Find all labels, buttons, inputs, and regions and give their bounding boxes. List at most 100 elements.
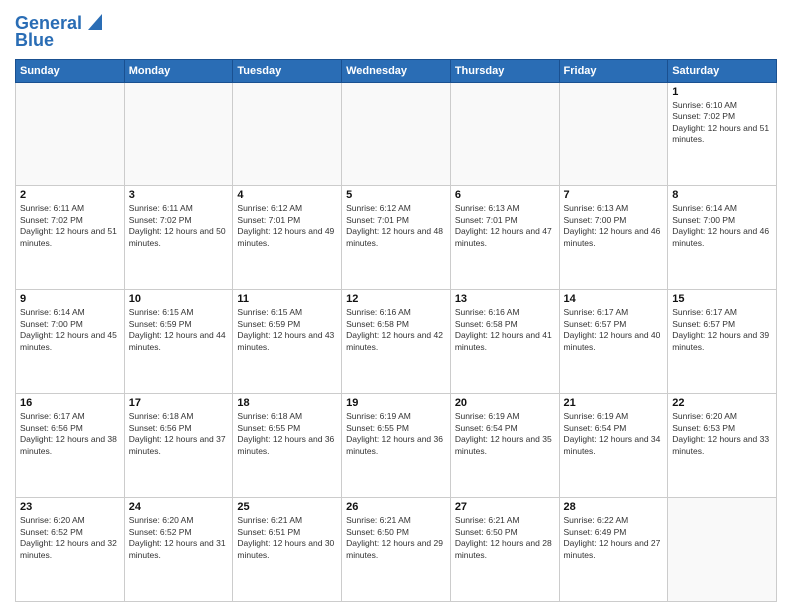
weekday-thursday: Thursday <box>450 59 559 82</box>
day-number: 18 <box>237 397 337 409</box>
day-cell: 16 Sunrise: 6:17 AM Sunset: 6:56 PM Dayli… <box>16 394 125 498</box>
day-cell <box>450 82 559 186</box>
day-cell: 20Sunrise: 6:19 AM Sunset: 6:54 PM Dayli… <box>450 394 559 498</box>
day-cell: 12 Sunrise: 6:16 AM Sunset: 6:58 PM Dayli… <box>342 290 451 394</box>
day-number: 23 <box>20 501 120 513</box>
calendar-table: SundayMondayTuesdayWednesdayThursdayFrid… <box>15 59 777 602</box>
logo: General Blue <box>15 14 102 51</box>
day-info: Sunrise: 6:16 AM Sunset: 6:58 PM Dayligh… <box>346 307 446 353</box>
day-number: 2 <box>20 189 120 201</box>
day-cell: 23 Sunrise: 6:20 AM Sunset: 6:52 PM Dayli… <box>16 498 125 602</box>
day-cell: 24Sunrise: 6:20 AM Sunset: 6:52 PM Dayli… <box>124 498 233 602</box>
weekday-header-row: SundayMondayTuesdayWednesdayThursdayFrid… <box>16 59 777 82</box>
day-cell: 2 Sunrise: 6:11 AM Sunset: 7:02 PM Daylig… <box>16 186 125 290</box>
day-number: 27 <box>455 501 555 513</box>
weekday-wednesday: Wednesday <box>342 59 451 82</box>
day-info: Sunrise: 6:22 AM Sunset: 6:49 PM Dayligh… <box>564 515 664 561</box>
day-info: Sunrise: 6:11 AM Sunset: 7:02 PM Dayligh… <box>129 203 229 249</box>
weekday-saturday: Saturday <box>668 59 777 82</box>
day-cell <box>124 82 233 186</box>
day-info: Sunrise: 6:19 AM Sunset: 6:54 PM Dayligh… <box>564 411 664 457</box>
day-number: 12 <box>346 293 446 305</box>
day-info: Sunrise: 6:14 AM Sunset: 7:00 PM Dayligh… <box>20 307 120 353</box>
day-number: 8 <box>672 189 772 201</box>
day-info: Sunrise: 6:20 AM Sunset: 6:52 PM Dayligh… <box>20 515 120 561</box>
day-info: Sunrise: 6:16 AM Sunset: 6:58 PM Dayligh… <box>455 307 555 353</box>
day-info: Sunrise: 6:21 AM Sunset: 6:51 PM Dayligh… <box>237 515 337 561</box>
day-info: Sunrise: 6:12 AM Sunset: 7:01 PM Dayligh… <box>346 203 446 249</box>
day-number: 20 <box>455 397 555 409</box>
day-number: 19 <box>346 397 446 409</box>
day-info: Sunrise: 6:13 AM Sunset: 7:00 PM Dayligh… <box>564 203 664 249</box>
day-number: 25 <box>237 501 337 513</box>
day-info: Sunrise: 6:21 AM Sunset: 6:50 PM Dayligh… <box>455 515 555 561</box>
day-cell: 28 Sunrise: 6:22 AM Sunset: 6:49 PM Dayli… <box>559 498 668 602</box>
weekday-sunday: Sunday <box>16 59 125 82</box>
day-info: Sunrise: 6:17 AM Sunset: 6:57 PM Dayligh… <box>672 307 772 353</box>
day-number: 10 <box>129 293 229 305</box>
day-info: Sunrise: 6:13 AM Sunset: 7:01 PM Dayligh… <box>455 203 555 249</box>
day-number: 6 <box>455 189 555 201</box>
day-cell: 5 Sunrise: 6:12 AM Sunset: 7:01 PM Daylig… <box>342 186 451 290</box>
day-number: 7 <box>564 189 664 201</box>
day-number: 17 <box>129 397 229 409</box>
day-cell: 14 Sunrise: 6:17 AM Sunset: 6:57 PM Dayli… <box>559 290 668 394</box>
day-cell: 26Sunrise: 6:21 AM Sunset: 6:50 PM Dayli… <box>342 498 451 602</box>
day-number: 5 <box>346 189 446 201</box>
day-cell <box>16 82 125 186</box>
weekday-monday: Monday <box>124 59 233 82</box>
day-cell: 27 Sunrise: 6:21 AM Sunset: 6:50 PM Dayli… <box>450 498 559 602</box>
day-number: 16 <box>20 397 120 409</box>
day-cell: 15 Sunrise: 6:17 AM Sunset: 6:57 PM Dayli… <box>668 290 777 394</box>
day-info: Sunrise: 6:10 AM Sunset: 7:02 PM Dayligh… <box>672 100 772 146</box>
day-number: 11 <box>237 293 337 305</box>
week-row-4: 23 Sunrise: 6:20 AM Sunset: 6:52 PM Dayli… <box>16 498 777 602</box>
day-number: 9 <box>20 293 120 305</box>
day-info: Sunrise: 6:17 AM Sunset: 6:56 PM Dayligh… <box>20 411 120 457</box>
day-number: 13 <box>455 293 555 305</box>
day-info: Sunrise: 6:19 AM Sunset: 6:55 PM Dayligh… <box>346 411 446 457</box>
weekday-tuesday: Tuesday <box>233 59 342 82</box>
day-number: 24 <box>129 501 229 513</box>
day-cell: 6 Sunrise: 6:13 AM Sunset: 7:01 PM Daylig… <box>450 186 559 290</box>
day-cell: 19 Sunrise: 6:19 AM Sunset: 6:55 PM Dayli… <box>342 394 451 498</box>
day-cell: 7 Sunrise: 6:13 AM Sunset: 7:00 PM Daylig… <box>559 186 668 290</box>
logo-triangle-icon <box>84 14 102 32</box>
day-cell: 13 Sunrise: 6:16 AM Sunset: 6:58 PM Dayli… <box>450 290 559 394</box>
day-number: 15 <box>672 293 772 305</box>
day-cell <box>342 82 451 186</box>
day-info: Sunrise: 6:18 AM Sunset: 6:55 PM Dayligh… <box>237 411 337 457</box>
day-cell <box>233 82 342 186</box>
week-row-2: 9 Sunrise: 6:14 AM Sunset: 7:00 PM Daylig… <box>16 290 777 394</box>
day-info: Sunrise: 6:15 AM Sunset: 6:59 PM Dayligh… <box>129 307 229 353</box>
day-number: 3 <box>129 189 229 201</box>
day-number: 4 <box>237 189 337 201</box>
header: General Blue <box>15 10 777 51</box>
week-row-0: 1Sunrise: 6:10 AM Sunset: 7:02 PM Daylig… <box>16 82 777 186</box>
weekday-friday: Friday <box>559 59 668 82</box>
day-info: Sunrise: 6:20 AM Sunset: 6:53 PM Dayligh… <box>672 411 772 457</box>
day-cell: 1Sunrise: 6:10 AM Sunset: 7:02 PM Daylig… <box>668 82 777 186</box>
logo-blue: Blue <box>15 31 54 51</box>
day-number: 14 <box>564 293 664 305</box>
day-cell: 22 Sunrise: 6:20 AM Sunset: 6:53 PM Dayli… <box>668 394 777 498</box>
day-cell: 9 Sunrise: 6:14 AM Sunset: 7:00 PM Daylig… <box>16 290 125 394</box>
day-number: 21 <box>564 397 664 409</box>
day-number: 26 <box>346 501 446 513</box>
day-cell: 4 Sunrise: 6:12 AM Sunset: 7:01 PM Daylig… <box>233 186 342 290</box>
day-info: Sunrise: 6:12 AM Sunset: 7:01 PM Dayligh… <box>237 203 337 249</box>
day-number: 28 <box>564 501 664 513</box>
day-info: Sunrise: 6:11 AM Sunset: 7:02 PM Dayligh… <box>20 203 120 249</box>
day-number: 22 <box>672 397 772 409</box>
day-cell: 21 Sunrise: 6:19 AM Sunset: 6:54 PM Dayli… <box>559 394 668 498</box>
day-info: Sunrise: 6:15 AM Sunset: 6:59 PM Dayligh… <box>237 307 337 353</box>
week-row-1: 2 Sunrise: 6:11 AM Sunset: 7:02 PM Daylig… <box>16 186 777 290</box>
day-cell: 10 Sunrise: 6:15 AM Sunset: 6:59 PM Dayli… <box>124 290 233 394</box>
day-cell: 25 Sunrise: 6:21 AM Sunset: 6:51 PM Dayli… <box>233 498 342 602</box>
day-cell: 8Sunrise: 6:14 AM Sunset: 7:00 PM Daylig… <box>668 186 777 290</box>
day-info: Sunrise: 6:17 AM Sunset: 6:57 PM Dayligh… <box>564 307 664 353</box>
day-cell: 11 Sunrise: 6:15 AM Sunset: 6:59 PM Dayli… <box>233 290 342 394</box>
day-cell <box>559 82 668 186</box>
page: General Blue SundayMondayTuesdayWednesda… <box>0 0 792 612</box>
week-row-3: 16 Sunrise: 6:17 AM Sunset: 6:56 PM Dayli… <box>16 394 777 498</box>
